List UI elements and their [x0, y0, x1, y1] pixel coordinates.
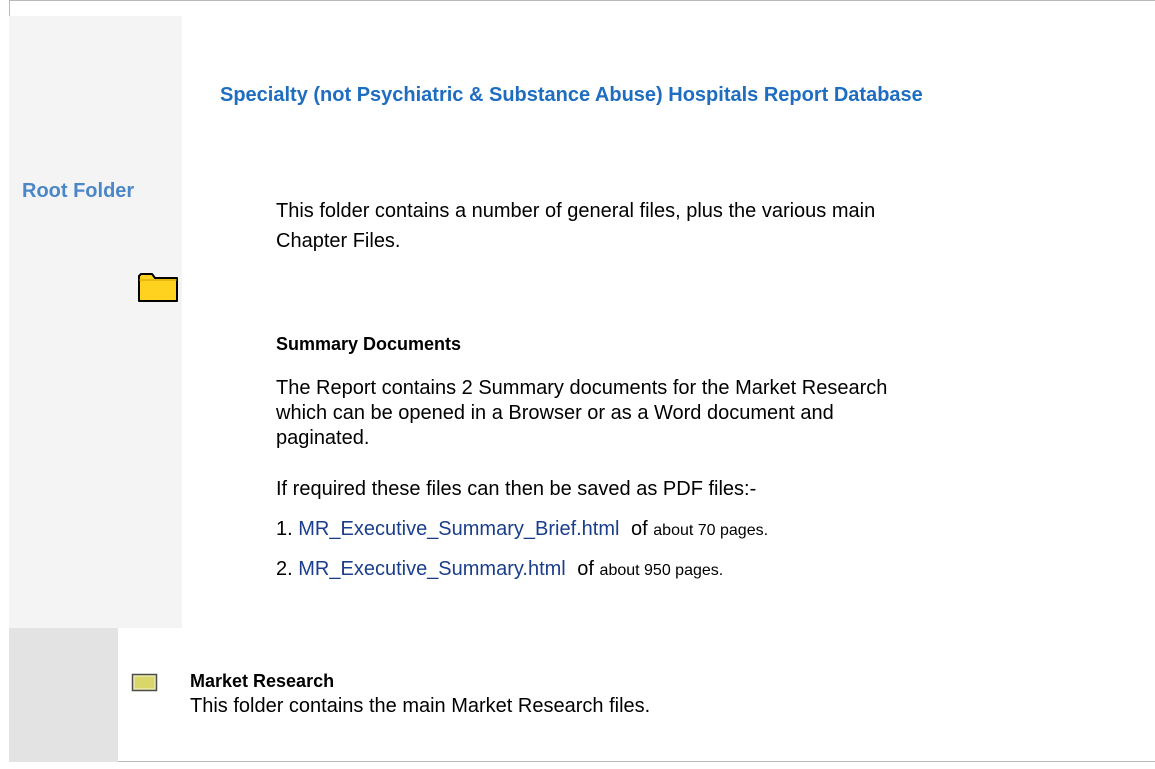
doc-of-text: of: [631, 518, 648, 540]
doc-size-text: about 950 pages.: [599, 562, 724, 579]
list-index: 2.: [276, 558, 293, 580]
intro-text: This folder contains a number of general…: [276, 200, 876, 252]
executive-summary-brief-link[interactable]: MR_Executive_Summary_Brief.html: [298, 518, 619, 540]
executive-summary-link[interactable]: MR_Executive_Summary.html: [298, 558, 565, 580]
pdf-note: If required these files can then be save…: [276, 478, 757, 500]
lower-left-band: [9, 628, 118, 762]
doc-size: of about 950 pages.: [577, 558, 723, 580]
doc-size-text: about 70 pages.: [653, 522, 769, 539]
doc-of-text: of: [577, 558, 594, 580]
summary-documents-heading: Summary Documents: [276, 334, 462, 354]
folder-icon: [137, 270, 179, 304]
list-item: 2. MR_Executive_Summary.html of about 95…: [276, 558, 723, 581]
market-research-description: This folder contains the main Market Res…: [190, 695, 651, 717]
root-folder-label: Root Folder: [22, 180, 135, 202]
folder-small-icon: [131, 671, 159, 693]
summary-description: The Report contains 2 Summary documents …: [276, 377, 888, 449]
list-index: 1.: [276, 518, 293, 540]
market-research-title: Market Research: [190, 671, 335, 691]
doc-size: of about 70 pages.: [631, 518, 768, 540]
page-title: Specialty (not Psychiatric & Substance A…: [220, 84, 923, 106]
list-item: 1. MR_Executive_Summary_Brief.html of ab…: [276, 518, 768, 541]
left-column: [9, 16, 182, 628]
